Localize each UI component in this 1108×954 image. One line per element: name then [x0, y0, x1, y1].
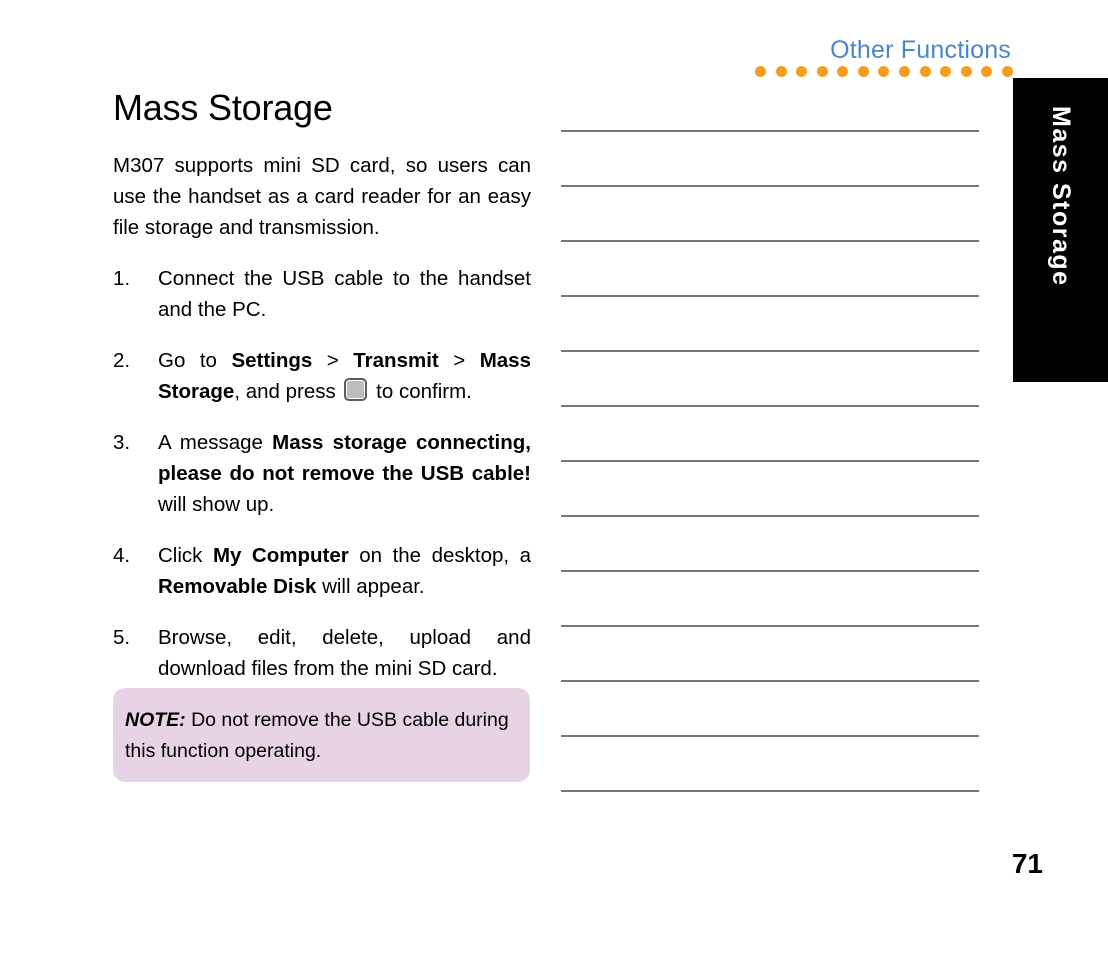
note-rule-line	[561, 515, 979, 517]
step-item: 3. A message Mass storage connecting, ple…	[113, 427, 531, 520]
decorative-dot	[796, 65, 808, 77]
note-rule-line	[561, 570, 979, 572]
step-item: 1. Connect the USB cable to the handset a…	[113, 263, 531, 325]
decorative-dot	[919, 65, 931, 77]
running-head: Other Functions	[830, 36, 1011, 64]
decorative-dot	[775, 65, 787, 77]
step-number: 4.	[113, 544, 131, 568]
note-rule-line	[561, 295, 979, 297]
decorative-dot	[899, 65, 911, 77]
decorative-dot	[857, 65, 869, 77]
step-number: 3.	[113, 431, 131, 455]
step-item: 2. Go to Settings > Transmit > Mass Stora…	[113, 345, 531, 407]
step-text: Connect the USB cable to the handset and…	[158, 267, 531, 322]
step-text: Browse, edit, delete, upload and downloa…	[158, 626, 531, 681]
emphasis-text: Transmit	[353, 349, 439, 373]
note-rule-line	[561, 130, 979, 132]
note-label: NOTE:	[125, 709, 186, 731]
chapter-side-tab: Mass Storage	[1013, 78, 1108, 382]
emphasis-text: Removable Disk	[158, 575, 317, 599]
note-rule-line	[561, 240, 979, 242]
note-rule-line	[561, 460, 979, 462]
step-text: A message Mass storage connecting, pleas…	[158, 431, 531, 517]
note-rule-line	[561, 790, 979, 792]
emphasis-text: Settings	[231, 349, 313, 373]
decorative-dot	[837, 65, 849, 77]
note-rule-line	[561, 735, 979, 737]
decorative-dot	[960, 65, 972, 77]
decorative-dot	[878, 65, 890, 77]
page-title: Mass Storage	[113, 87, 333, 128]
page-number: 71	[1011, 848, 1043, 879]
note-text: NOTE: Do not remove the USB cable during…	[125, 705, 513, 767]
ruled-notes-area	[561, 130, 979, 792]
decorative-dot	[816, 65, 828, 77]
step-item: 5. Browse, edit, delete, upload and downl…	[113, 622, 531, 684]
note-rule-line	[561, 350, 979, 352]
main-text-column: Mass Storage M307 supports mini SD card,…	[113, 87, 531, 766]
note-rule-line	[561, 405, 979, 407]
step-text: Go to Settings > Transmit > Mass Storage…	[158, 349, 531, 404]
dotted-rule-decoration	[755, 64, 1013, 78]
intro-paragraph: M307 supports mini SD card, so users can…	[113, 154, 531, 240]
note-rule-line	[561, 185, 979, 187]
step-number: 5.	[113, 626, 131, 650]
decorative-dot	[1001, 65, 1013, 77]
ok-key-icon	[344, 378, 368, 402]
decorative-dot	[940, 65, 952, 77]
note-rule-line	[561, 680, 979, 682]
step-number: 2.	[113, 349, 131, 373]
step-text: Click My Computer on the desktop, a Remo…	[158, 544, 532, 599]
emphasis-text: Mass storage connecting, please do not r…	[158, 431, 531, 486]
step-item: 4. Click My Computer on the desktop, a Re…	[113, 540, 531, 602]
note-rule-line	[561, 625, 979, 627]
step-number: 1.	[113, 267, 131, 291]
emphasis-text: My Computer	[212, 544, 349, 568]
decorative-dot	[755, 65, 766, 77]
note-callout: NOTE: Do not remove the USB cable during…	[113, 688, 530, 782]
decorative-dot	[981, 65, 993, 77]
chapter-side-tab-label: Mass Storage	[1047, 106, 1075, 287]
